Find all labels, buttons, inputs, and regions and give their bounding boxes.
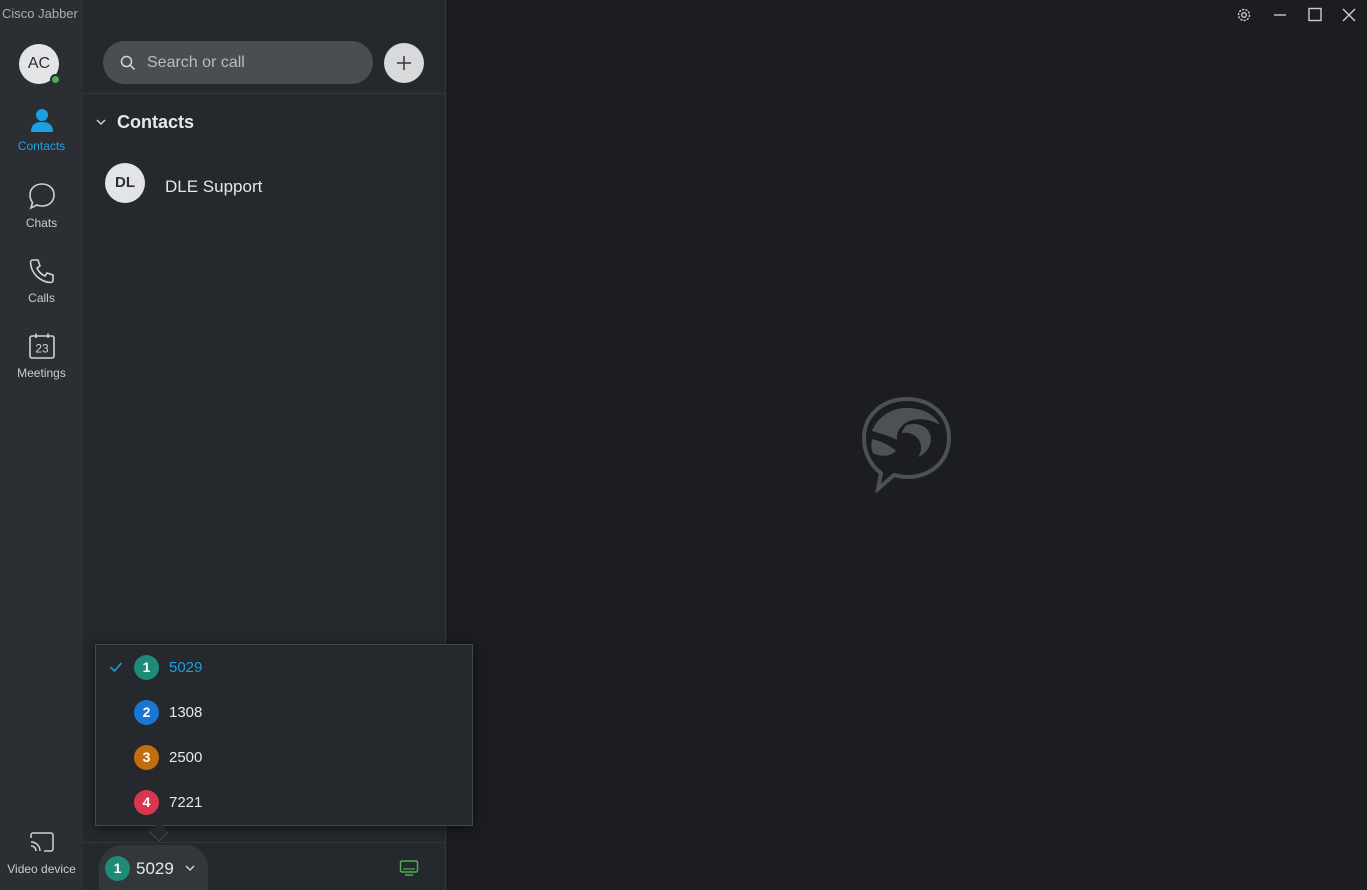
- checkmark-icon: [109, 662, 123, 673]
- calendar-icon: 23: [28, 333, 55, 359]
- line-option-3[interactable]: 3 2500: [96, 735, 472, 780]
- search-box[interactable]: [103, 41, 373, 84]
- video-device-label: Video device: [7, 862, 76, 876]
- line-badge: 4: [134, 790, 159, 815]
- divider: [83, 842, 445, 843]
- desk-phone-icon[interactable]: [399, 859, 419, 877]
- cast-screen-icon: [29, 832, 54, 852]
- contact-name: DLE Support: [165, 177, 263, 196]
- search-input[interactable]: [145, 41, 365, 84]
- nav-meetings[interactable]: 23 Meetings: [0, 332, 83, 402]
- contact-avatar: DL: [105, 163, 145, 203]
- nav-calls-label: Calls: [28, 291, 55, 305]
- minimize-icon[interactable]: [1270, 5, 1290, 25]
- line-number: 1308: [169, 704, 203, 721]
- line-selector-button[interactable]: 1 5029: [99, 845, 208, 890]
- line-number: 5029: [169, 659, 203, 676]
- line-selection-menu: 1 5029 2 1308 3 2500 4 7221: [95, 644, 473, 842]
- nav-meetings-label: Meetings: [17, 366, 66, 380]
- line-option-4[interactable]: 4 7221: [96, 780, 472, 825]
- line-number: 7221: [169, 794, 203, 811]
- video-device-button[interactable]: Video device: [0, 828, 83, 884]
- phone-icon: [29, 259, 54, 284]
- add-button[interactable]: [384, 43, 424, 83]
- nav-contacts-label: Contacts: [17, 139, 66, 153]
- maximize-icon[interactable]: [1305, 5, 1325, 25]
- nav-contacts[interactable]: Contacts: [0, 107, 83, 177]
- line-number: 2500: [169, 749, 203, 766]
- chevron-down-icon: [185, 865, 195, 872]
- nav-calls[interactable]: Calls: [0, 257, 83, 327]
- current-line-number: 5029: [136, 859, 174, 878]
- app-title: Cisco Jabber: [2, 6, 78, 21]
- line-badge: 1: [134, 655, 159, 680]
- main-content-area: [446, 0, 1367, 890]
- contact-row[interactable]: DL DLE Support: [83, 160, 445, 210]
- presence-status-dot: [50, 74, 61, 85]
- plus-icon: [397, 56, 411, 70]
- line-option-2[interactable]: 2 1308: [96, 690, 472, 735]
- gear-icon[interactable]: [1234, 5, 1254, 25]
- chevron-down-icon: [96, 119, 106, 126]
- current-line-badge: 1: [105, 856, 130, 881]
- chat-bubble-icon: [28, 183, 55, 210]
- nav-chats-label: Chats: [25, 216, 58, 230]
- divider: [83, 93, 445, 94]
- contacts-group-title: Contacts: [117, 111, 195, 132]
- contacts-group-header[interactable]: Contacts: [95, 110, 194, 134]
- close-icon[interactable]: [1339, 5, 1359, 25]
- jabber-logo-icon: [861, 396, 952, 493]
- line-badge: 3: [134, 745, 159, 770]
- nav-chats[interactable]: Chats: [0, 182, 83, 252]
- calendar-day-number: 23: [35, 342, 49, 356]
- search-icon: [120, 55, 136, 71]
- navigation-rail: Cisco Jabber AC Contacts Chats Calls 23 …: [0, 0, 83, 890]
- contacts-icon: [30, 109, 53, 132]
- line-badge: 2: [134, 700, 159, 725]
- line-option-1[interactable]: 1 5029: [96, 645, 472, 690]
